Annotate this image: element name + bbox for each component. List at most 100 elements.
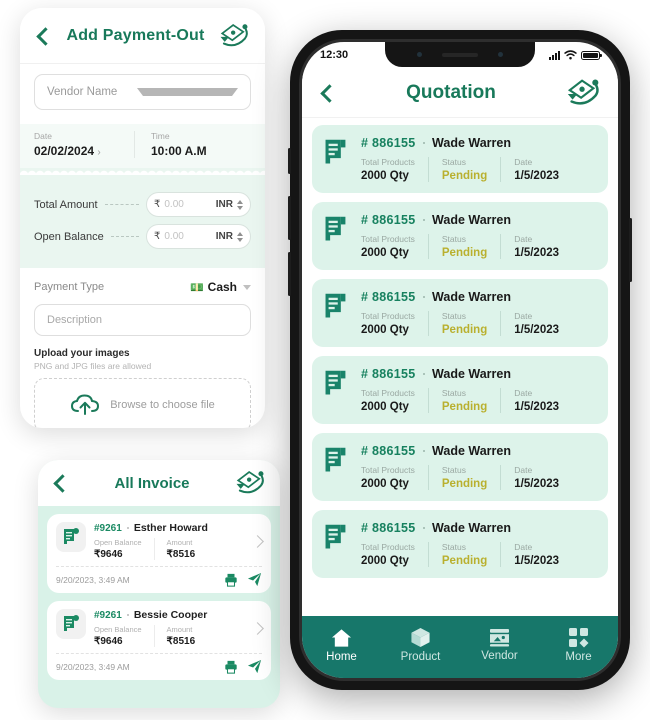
volume-up-button[interactable] (288, 196, 291, 240)
back-chevron-icon[interactable] (318, 83, 338, 103)
quotation-title-line: # 886155 Wade Warren (361, 367, 596, 381)
grid-icon (568, 627, 588, 647)
amount-label: Amount (166, 625, 193, 634)
nav-item-home[interactable]: Home (307, 628, 377, 663)
chevron-right-icon[interactable] (251, 534, 264, 548)
dash-leader (110, 236, 139, 237)
app-logo-icon (220, 23, 248, 46)
total-products-value: 2000 Qty (361, 478, 409, 490)
open-balance-value: 0.00 (164, 231, 184, 242)
date-field[interactable]: Date 02/02/2024 › (34, 131, 134, 158)
invoice-item-top: #9261 Bessie Cooper Open Balance ₹9646 A… (56, 609, 264, 647)
total-products-label: Total Products (361, 465, 415, 475)
send-icon[interactable] (247, 659, 262, 674)
file-dropzone[interactable]: Browse to choose file (34, 378, 251, 428)
home-icon (331, 628, 352, 647)
total-products-value: 2000 Qty (361, 170, 409, 182)
quotation-doc-icon (325, 293, 346, 318)
list-item[interactable]: # 886155 Wade Warren Total Products 2000… (312, 510, 608, 578)
list-item[interactable]: #9261 Esther Howard Open Balance ₹9646 A… (47, 514, 271, 593)
total-products-col: Total Products 2000 Qty (361, 311, 428, 336)
total-amount-label: Total Amount (34, 198, 98, 211)
list-item[interactable]: # 886155 Wade Warren Total Products 2000… (312, 356, 608, 424)
payment-type-row[interactable]: Payment Type 💵 Cash (20, 268, 265, 300)
open-balance-label: Open Balance (94, 538, 142, 547)
payout-header: Add Payment-Out (20, 8, 265, 64)
quotation-columns: Total Products 2000 Qty Status Pending D… (361, 234, 596, 259)
open-balance-label: Open Balance (94, 625, 142, 634)
upload-subtitle: PNG and JPG files are allowed (34, 361, 152, 371)
nav-item-more[interactable]: More (544, 627, 614, 663)
invoice-item-top: #9261 Esther Howard Open Balance ₹9646 A… (56, 522, 264, 560)
status-badge: Pending (441, 247, 488, 259)
print-icon[interactable] (224, 573, 238, 587)
status-col: Status Pending (427, 465, 500, 490)
list-item[interactable]: # 886155 Wade Warren Total Products 2000… (312, 279, 608, 347)
separator-dot (126, 614, 129, 616)
total-products-col: Total Products 2000 Qty (361, 157, 428, 182)
status-label: Status (441, 311, 466, 321)
divider (56, 566, 262, 567)
date-label: Date (514, 157, 533, 167)
nav-item-product[interactable]: Product (386, 627, 456, 663)
quotation-title-line: # 886155 Wade Warren (361, 213, 596, 227)
sensor-icon (498, 52, 503, 57)
nav-label-product: Product (400, 651, 441, 663)
phone-mockup: 12:30 Quotation # 886155 Wade Warren Tot… (288, 30, 632, 690)
nav-item-vendor[interactable]: Vendor (465, 628, 535, 662)
invoice-amount-col: Amount ₹8516 (153, 538, 208, 560)
amount-value: ₹8516 (166, 549, 196, 560)
total-amount-input[interactable]: ₹ 0.00 INR (146, 192, 251, 217)
quotation-number: # 886155 (361, 521, 416, 535)
invoice-doc-icon (63, 615, 79, 631)
status-time: 12:30 (320, 49, 349, 61)
invoice-header: All Invoice (38, 460, 280, 506)
date-col: Date 1/5/2023 (500, 234, 572, 259)
volume-down-button[interactable] (288, 252, 291, 296)
rupee-icon: ₹ (154, 199, 161, 210)
date-col: Date 1/5/2023 (500, 157, 572, 182)
payout-title: Add Payment-Out (66, 26, 205, 44)
quotation-number: # 886155 (361, 213, 416, 227)
front-camera-icon (417, 52, 422, 57)
list-item[interactable]: # 886155 Wade Warren Total Products 2000… (312, 433, 608, 501)
chevron-right-icon[interactable] (251, 621, 264, 635)
back-chevron-icon[interactable] (34, 26, 54, 46)
quotation-list[interactable]: # 886155 Wade Warren Total Products 2000… (302, 118, 618, 678)
quotation-doc-icon (325, 370, 346, 395)
quotation-person: Wade Warren (432, 136, 511, 150)
vendor-name-select[interactable]: Vendor Name (34, 74, 251, 110)
date-value: 1/5/2023 (514, 324, 560, 336)
list-item[interactable]: #9261 Bessie Cooper Open Balance ₹9646 A… (47, 601, 271, 680)
power-button[interactable] (629, 218, 632, 282)
silent-switch[interactable] (288, 148, 291, 174)
invoice-item-main: #9261 Bessie Cooper Open Balance ₹9646 A… (94, 609, 245, 647)
separator-dot (422, 141, 426, 145)
chevron-down-icon (136, 88, 238, 96)
invoice-columns: Open Balance ₹9646 Amount ₹8516 (94, 625, 245, 647)
total-products-col: Total Products 2000 Qty (361, 388, 428, 413)
status-badge: Pending (441, 555, 488, 567)
battery-icon (581, 50, 602, 60)
app-logo-icon (236, 471, 264, 494)
screenshot-stage: Add Payment-Out Vendor Name Date 02/02/2… (0, 0, 650, 720)
back-chevron-icon[interactable] (51, 473, 71, 493)
invoice-list: #9261 Esther Howard Open Balance ₹9646 A… (38, 506, 280, 688)
stepper-icon[interactable] (237, 231, 243, 242)
invoice-title: All Invoice (114, 474, 190, 492)
quotation-main: # 886155 Wade Warren Total Products 2000… (361, 521, 596, 567)
description-input[interactable]: Description (34, 304, 251, 336)
send-icon[interactable] (247, 572, 262, 587)
print-icon[interactable] (224, 660, 238, 674)
invoice-open-balance-col: Open Balance ₹9646 (94, 538, 154, 560)
invoice-actions (224, 572, 262, 587)
stepper-icon[interactable] (237, 199, 243, 210)
list-item[interactable]: # 886155 Wade Warren Total Products 2000… (312, 202, 608, 270)
open-balance-input[interactable]: ₹ 0.00 INR (146, 224, 251, 249)
total-products-value: 2000 Qty (361, 401, 409, 413)
list-item[interactable]: # 886155 Wade Warren Total Products 2000… (312, 125, 608, 193)
time-field[interactable]: Time 10:00 A.M (134, 131, 251, 158)
date-label: Date (514, 311, 533, 321)
nav-label-more: More (565, 650, 592, 663)
status-col: Status Pending (427, 388, 500, 413)
